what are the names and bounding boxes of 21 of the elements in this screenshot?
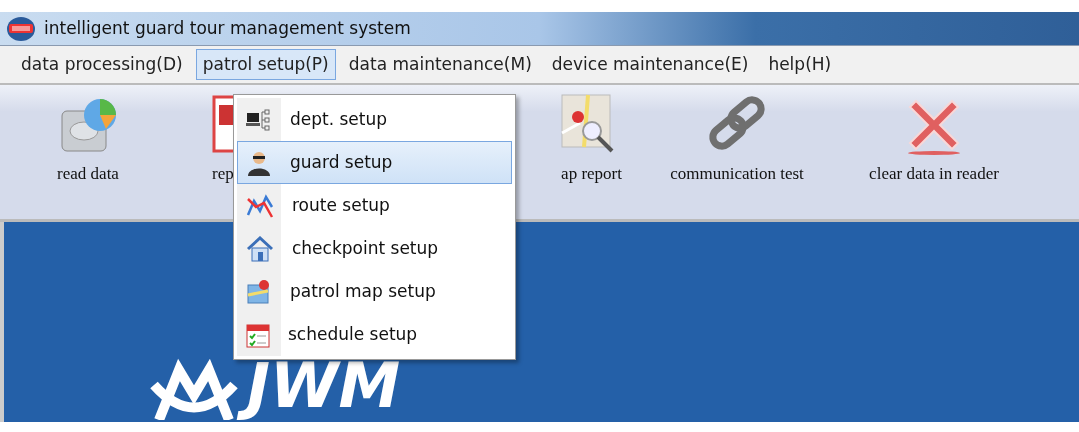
menu-item[interactable]: device maintenance(E) [544,48,756,81]
toolbar-button[interactable]: read data [22,93,154,187]
calendar-icon [246,321,270,348]
menu-item[interactable]: guard setup [237,141,512,184]
menu-item[interactable]: help(H) [761,48,839,81]
menu-item[interactable]: schedule setup [237,313,512,356]
app-icon [6,15,36,42]
menu-item[interactable]: data processing(D) [14,48,190,81]
house-icon [246,235,274,262]
person-icon [246,149,272,176]
computer-tree-icon [246,107,272,132]
toolbar-button[interactable]: communication test [640,93,834,187]
map-pin-icon [246,278,272,305]
menu-item[interactable]: checkpoint setup [237,227,512,270]
line-chart-icon [246,192,274,219]
menu-item[interactable]: route setup [237,184,512,227]
menu-item[interactable]: patrol setup(P) [195,48,336,81]
toolbar-button[interactable]: clear data in reader [834,93,1034,187]
menu-item[interactable]: patrol map setup [237,270,512,313]
menu-item[interactable]: data maintenance(M) [341,48,539,81]
window-title: intelligent guard tour management system [44,16,411,40]
